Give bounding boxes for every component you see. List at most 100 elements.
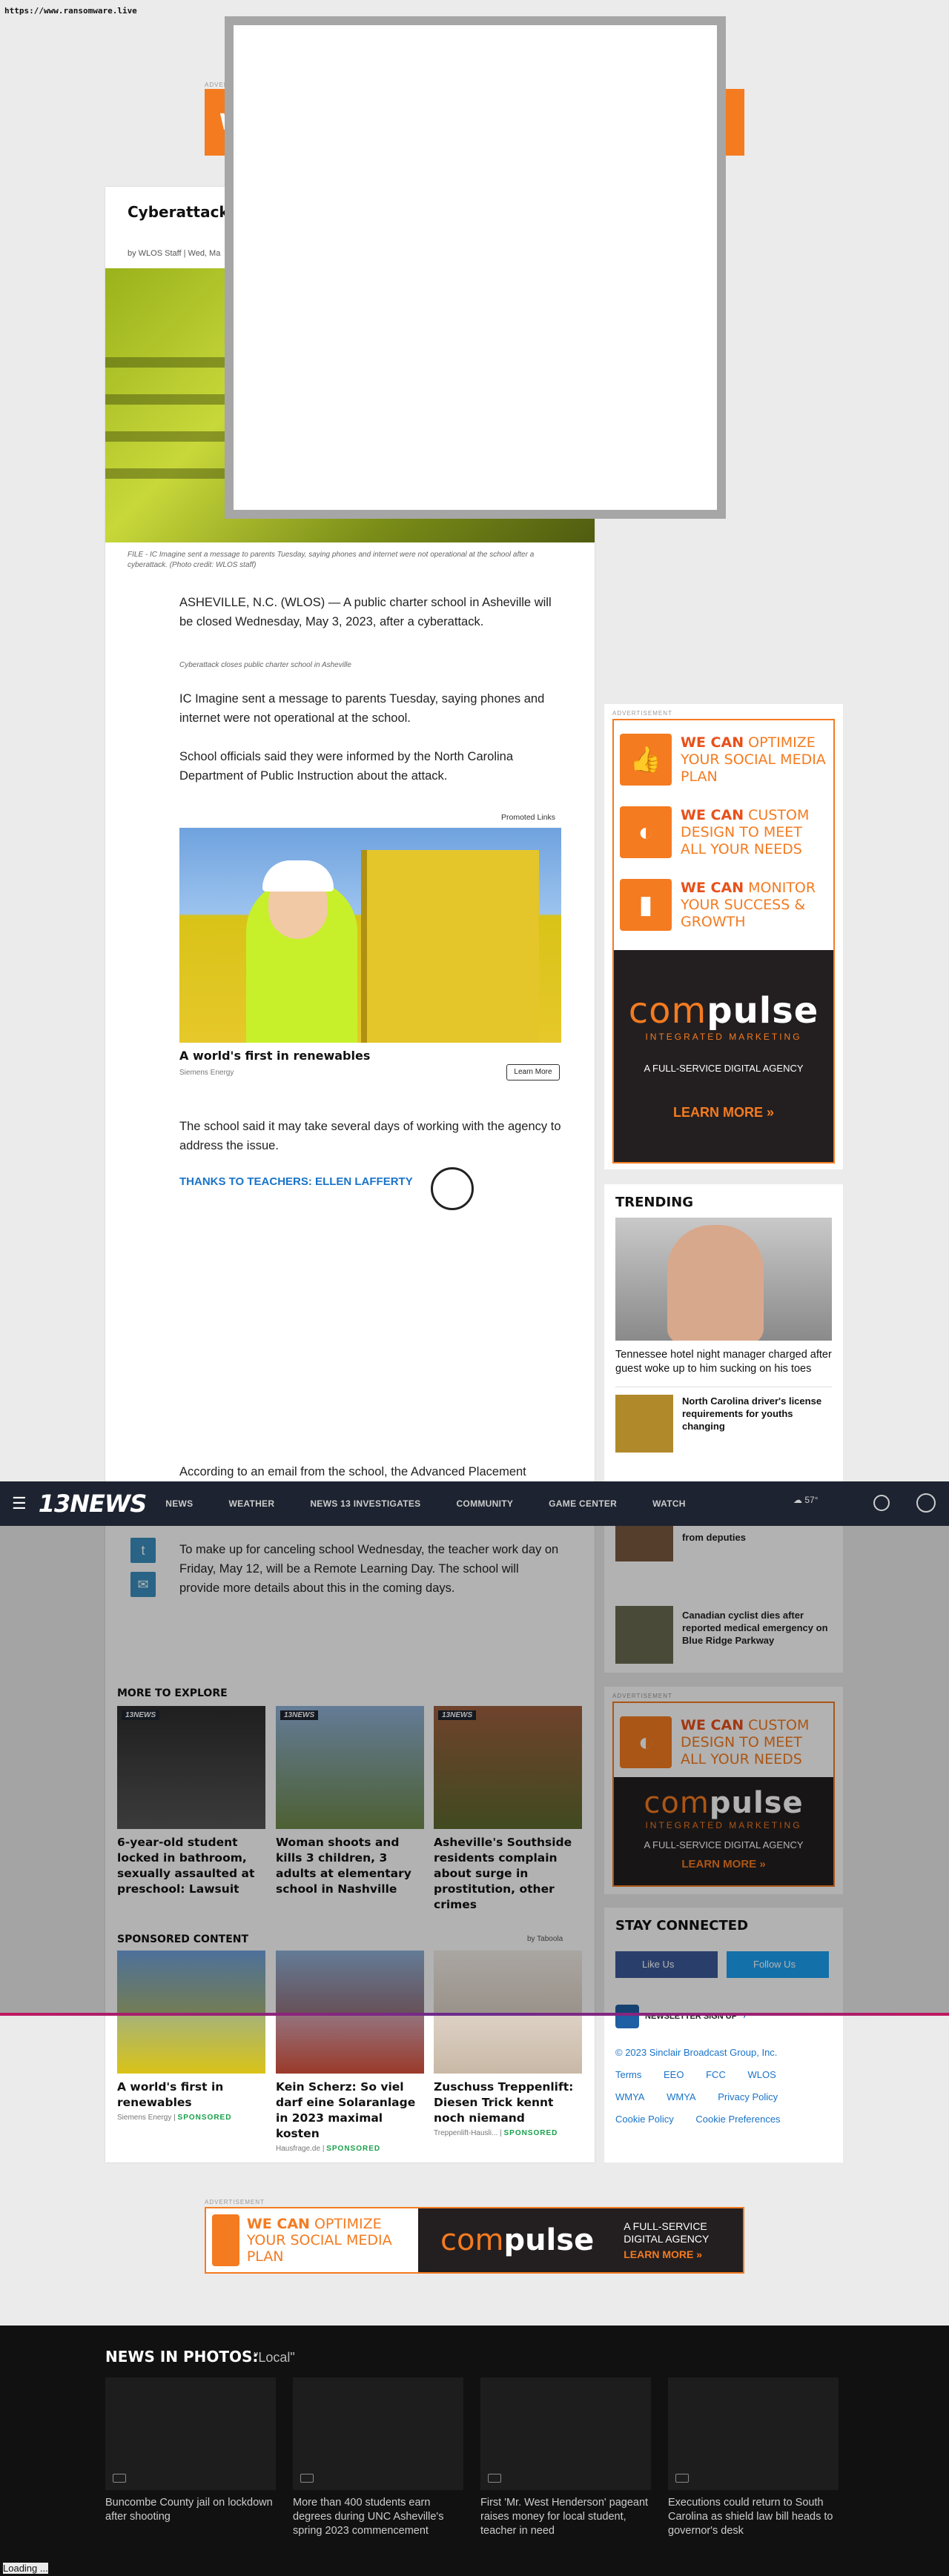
- explore-card[interactable]: 13NEWS Woman shoots and kills 3 children…: [276, 1706, 424, 1897]
- footer-link-cookie-preferences[interactable]: Cookie Preferences: [695, 2114, 780, 2125]
- sidebar-ad-small[interactable]: ADVERTISEMENT ◐ WE CAN CUSTOM DESIGN TO M…: [604, 1687, 843, 1894]
- divider-line: [0, 2013, 949, 2016]
- article-byline: by WLOS Staff | Wed, Ma: [128, 249, 221, 258]
- trending-lead-image[interactable]: [615, 1218, 832, 1341]
- photo-title[interactable]: Executions could return to South Carolin…: [668, 2496, 839, 2538]
- photo-card[interactable]: More than 400 students earn degrees duri…: [293, 2377, 463, 2538]
- nav-item-news[interactable]: NEWS: [165, 1498, 193, 1509]
- explore-card[interactable]: 13NEWS 6-year-old student locked in bath…: [117, 1706, 265, 1897]
- nav-item-community[interactable]: COMMUNITY: [456, 1498, 513, 1509]
- card-title[interactable]: 6-year-old student locked in bathroom, s…: [117, 1835, 265, 1897]
- footer-link-privacy[interactable]: Privacy Policy: [718, 2091, 778, 2102]
- promo-image[interactable]: [179, 828, 561, 1043]
- stay-connected-widget: STAY CONNECTED Like Us Follow Us NEWSLET…: [604, 1908, 843, 2162]
- sponsored-card[interactable]: Zuschuss Treppenlift: Diesen Trick kennt…: [434, 1951, 582, 2137]
- photo-card[interactable]: First 'Mr. West Henderson' pageant raise…: [480, 2377, 651, 2538]
- article-paragraph: According to an email from the school, t…: [179, 1465, 526, 1478]
- popup-overlay[interactable]: [225, 16, 726, 519]
- twitter-follow-button[interactable]: Follow Us: [727, 1951, 829, 1978]
- photo-card[interactable]: Buncombe County jail on lockdown after s…: [105, 2377, 276, 2524]
- ad-brand-panel: compulse INTEGRATED MARKETING A FULL-SER…: [614, 1777, 833, 1885]
- compulse-logo: compulse: [440, 2223, 595, 2257]
- related-link[interactable]: THANKS TO TEACHERS: ELLEN LAFFERTY: [179, 1175, 413, 1188]
- email-share-icon[interactable]: ✉: [130, 1572, 156, 1597]
- sidebar-ad[interactable]: ADVERTISEMENT 👍 WE CAN OPTIMIZE YOUR SOCI…: [604, 704, 843, 1169]
- footer-link-wmya-2[interactable]: WMYA: [667, 2091, 695, 2102]
- footer-link-wmya[interactable]: WMYA: [615, 2091, 644, 2102]
- camera-icon: [113, 2474, 126, 2483]
- article-paragraph: School officials said they were informed…: [179, 750, 514, 783]
- nav-item-investigates[interactable]: NEWS 13 INVESTIGATES: [310, 1498, 420, 1509]
- footer-link-cookie-policy[interactable]: Cookie Policy: [615, 2114, 674, 2125]
- embed-caption: Cyberattack closes public charter school…: [179, 661, 351, 669]
- article-paragraph: To make up for canceling school Wednesda…: [179, 1543, 559, 1595]
- twitter-share-icon[interactable]: t: [130, 1538, 156, 1563]
- footer-link-fcc[interactable]: FCC: [706, 2069, 726, 2080]
- nav-item-watch[interactable]: WATCH: [652, 1498, 686, 1509]
- article-paragraph: ASHEVILLE, N.C. (WLOS) — A public charte…: [179, 596, 552, 628]
- user-icon[interactable]: [916, 1493, 936, 1513]
- badge: 13NEWS: [280, 1710, 319, 1720]
- learn-more-button[interactable]: Learn More: [506, 1064, 560, 1080]
- article-paragraph: The school said it may take several days…: [179, 1120, 561, 1152]
- thumbnail: [615, 1606, 673, 1664]
- badge: 13NEWS: [122, 1710, 160, 1720]
- footer-link-terms[interactable]: Terms: [615, 2069, 641, 2080]
- photo-title[interactable]: First 'Mr. West Henderson' pageant raise…: [480, 2496, 651, 2538]
- taboola-label[interactable]: by Taboola: [527, 1935, 563, 1943]
- sponsored-card[interactable]: Kein Scherz: So viel darf eine Solaranla…: [276, 1951, 424, 2153]
- sponsored-tag: SPONSORED: [503, 2129, 558, 2137]
- explore-card[interactable]: 13NEWS Asheville's Southside residents c…: [434, 1706, 582, 1913]
- list-item[interactable]: North Carolina driver's license requirem…: [615, 1387, 832, 1453]
- photos-subtitle: "Local": [254, 2350, 295, 2365]
- thumbnail: [615, 1526, 673, 1561]
- sponsored-card[interactable]: A world's first in renewables Siemens En…: [117, 1951, 265, 2122]
- photo-card[interactable]: Executions could return to South Carolin…: [668, 2377, 839, 2538]
- trending-item-title[interactable]: Canadian cyclist dies after reported med…: [682, 1609, 830, 1647]
- newsletter-icon: [615, 2005, 639, 2028]
- nav-item-game-center[interactable]: GAME CENTER: [549, 1498, 617, 1509]
- card-title[interactable]: Woman shoots and kills 3 children, 3 adu…: [276, 1835, 424, 1897]
- footer-link-eeo[interactable]: EEO: [664, 2069, 684, 2080]
- ad-full-service: A FULL-SERVICE DIGITAL AGENCY: [644, 1063, 804, 1074]
- globe-icon: ◐: [620, 1716, 672, 1768]
- photo-title[interactable]: Buncombe County jail on lockdown after s…: [105, 2496, 276, 2524]
- copyright: © 2023 Sinclair Broadcast Group, Inc.: [615, 2047, 778, 2058]
- facebook-like-button[interactable]: Like Us: [615, 1951, 718, 1978]
- trending-lead-title[interactable]: Tennessee hotel night manager charged af…: [615, 1348, 832, 1376]
- camera-icon: [675, 2474, 689, 2483]
- promo-title[interactable]: A world's first in renewables: [179, 1049, 370, 1063]
- ad-learn-more[interactable]: LEARN MORE »: [624, 2248, 743, 2261]
- more-to-explore-title: MORE TO EXPLORE: [117, 1687, 228, 1699]
- card-title[interactable]: Asheville's Southside residents complain…: [434, 1835, 582, 1913]
- ad-learn-more[interactable]: LEARN MORE »: [614, 1105, 833, 1121]
- card-title[interactable]: Kein Scherz: So viel darf eine Solaranla…: [276, 2079, 424, 2142]
- bar-chart-icon: ▮: [620, 879, 672, 931]
- compulse-logo: compulse: [644, 1786, 804, 1820]
- nav-item-weather[interactable]: WEATHER: [228, 1498, 274, 1509]
- photo-title[interactable]: More than 400 students earn degrees duri…: [293, 2496, 463, 2538]
- status-loading: Loading ...: [3, 2563, 48, 2574]
- card-title[interactable]: Zuschuss Treppenlift: Diesen Trick kennt…: [434, 2079, 582, 2126]
- brand-tagline: INTEGRATED MARKETING: [645, 1820, 802, 1830]
- ad-label: ADVERTISEMENT: [205, 2199, 265, 2205]
- bottom-banner-ad[interactable]: WE CAN OPTIMIZE YOUR SOCIAL MEDIA PLAN c…: [205, 2207, 744, 2274]
- site-logo[interactable]: 13NEWS: [39, 1490, 148, 1518]
- article-headline: Cyberattack: [128, 203, 229, 221]
- footer-link-wlos[interactable]: WLOS: [747, 2069, 776, 2080]
- trending-item-title[interactable]: from deputies: [682, 1532, 746, 1543]
- weather-temp[interactable]: ☁ 57°: [793, 1495, 819, 1505]
- menu-icon[interactable]: ☰: [12, 1494, 27, 1513]
- search-icon[interactable]: [873, 1495, 890, 1511]
- hero-caption: FILE - IC Imagine sent a message to pare…: [128, 551, 535, 569]
- photos-title: NEWS IN PHOTOS:: [105, 2348, 259, 2366]
- card-source: Hausfrage.de: [276, 2145, 321, 2153]
- camera-icon: [488, 2474, 501, 2483]
- card-source: Treppenlift-Hausli...: [434, 2129, 498, 2137]
- news-in-photos: NEWS IN PHOTOS: "Local" Buncombe County …: [0, 2326, 949, 2576]
- thumbs-up-icon: [212, 2214, 239, 2266]
- ad-learn-more[interactable]: LEARN MORE »: [614, 1858, 833, 1870]
- card-title[interactable]: A world's first in renewables: [117, 2079, 265, 2111]
- badge: 13NEWS: [438, 1710, 477, 1720]
- newsletter-signup[interactable]: NEWSLETTER SIGN UP ›: [615, 2005, 832, 2028]
